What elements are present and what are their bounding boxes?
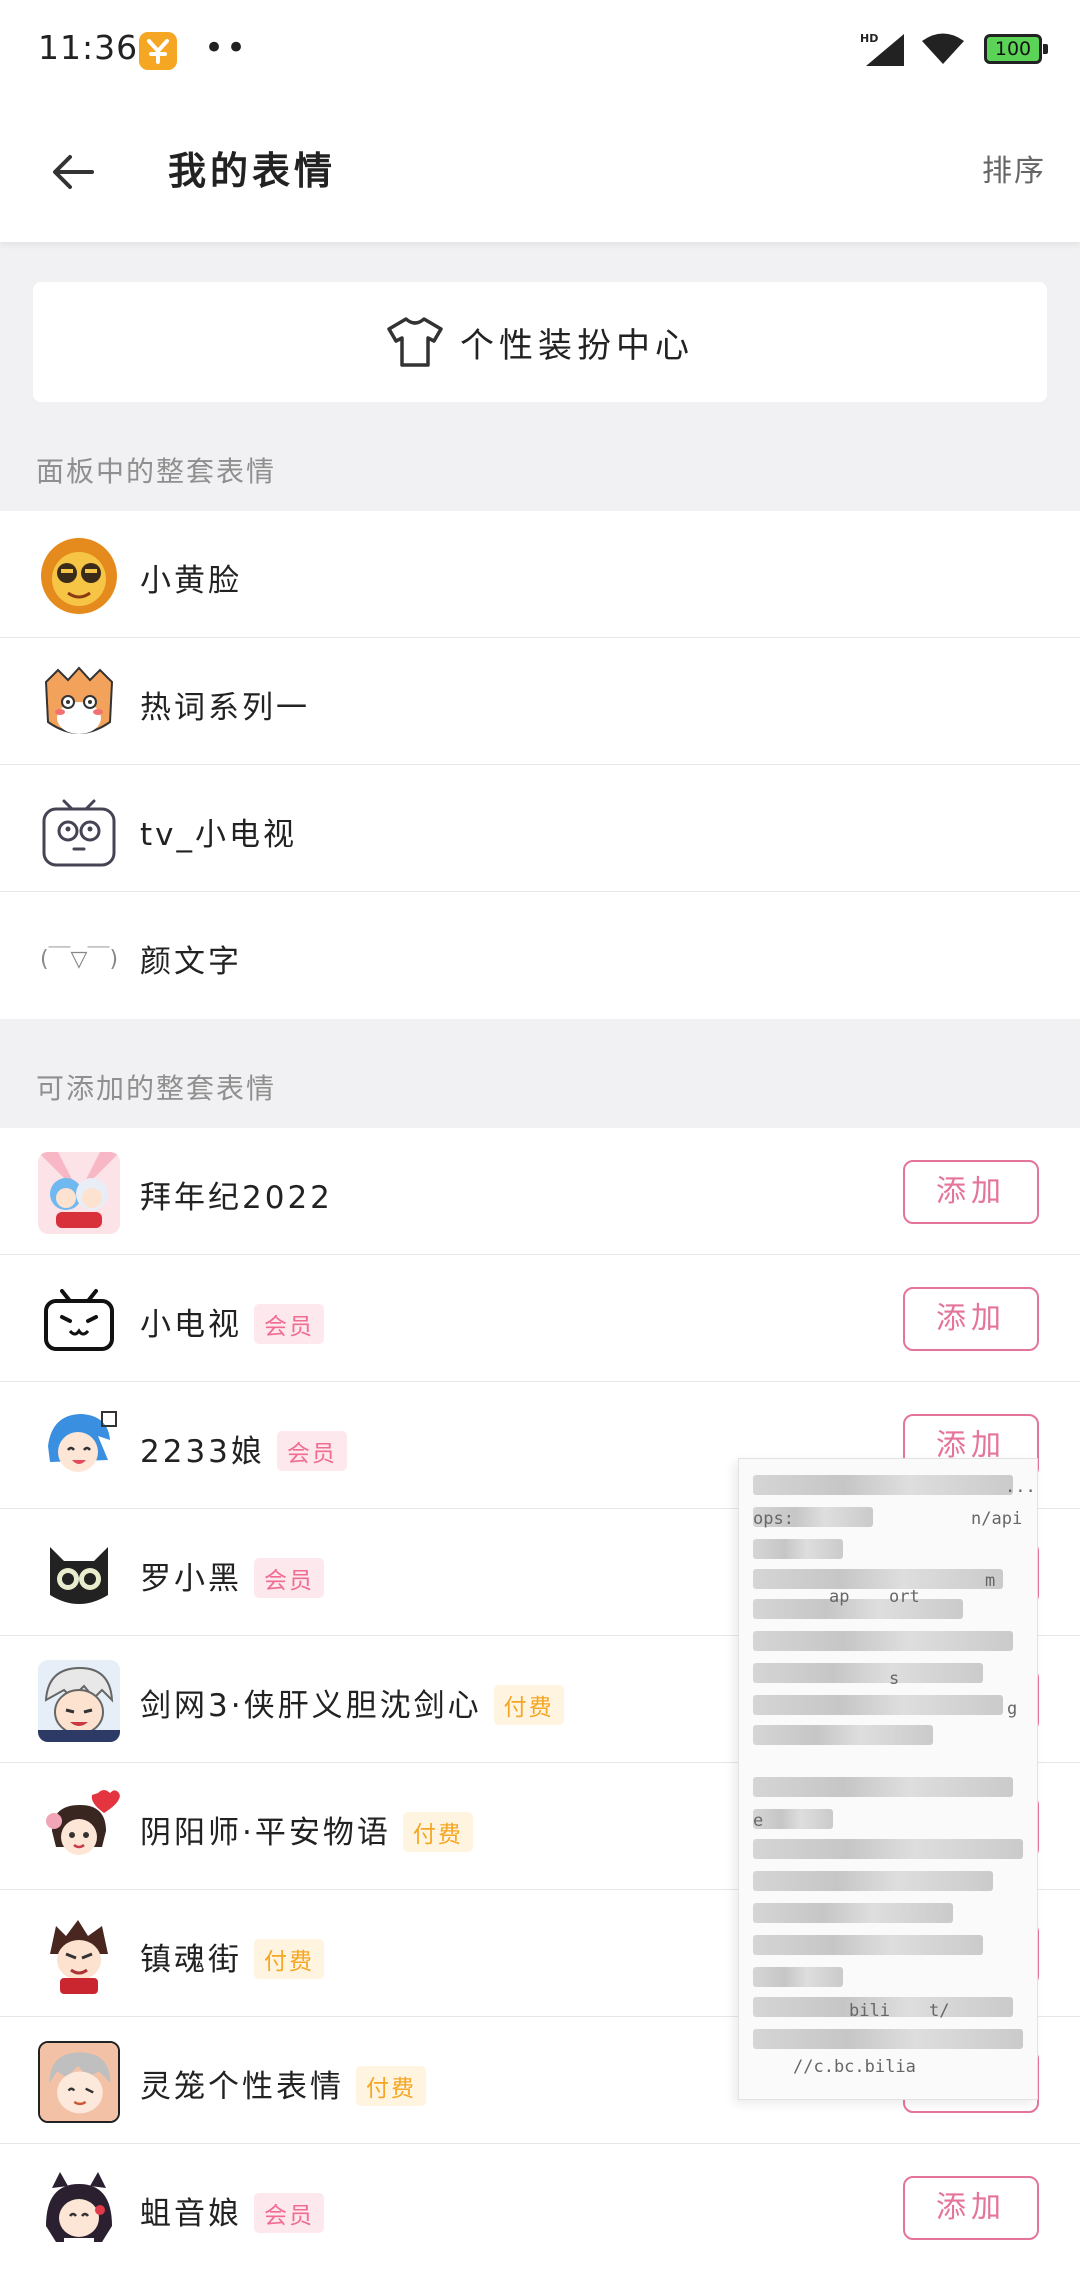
battery-level: 100 [994,38,1032,60]
addable-section-title: 可添加的整套表情 [36,1072,277,1105]
sticker-name: 2233娘 会员 [140,1426,347,1474]
zhenhunjie-character-icon [38,1914,120,1996]
vip-badge: 会员 [254,1303,324,1344]
lion-face-icon [38,535,120,617]
black-cat-icon [38,1533,120,1615]
blurred-line [753,2029,1023,2049]
kaomoji-text: (￣▽￣) [39,947,119,972]
blurred-text: ops: [753,1509,794,1529]
sticker-name: 拜年纪2022 [140,1180,333,1216]
blurred-text: n/api [971,1509,1023,1529]
sticker-name: 热词系列一 [140,690,310,726]
blurred-text: ort [889,1587,920,1607]
kaomoji-icon: (￣▽￣) [38,916,120,998]
sticker-name: 颜文字 [140,944,242,980]
signal-icon: HD [860,30,906,74]
paid-badge: 付费 [493,1684,564,1725]
panel-section-title: 面板中的整套表情 [36,455,277,488]
list-item[interactable]: 拜年纪2022 添加 [0,1128,1080,1255]
sticker-name: tv_小电视 [140,817,298,853]
blurred-text: ... [1005,1477,1036,1497]
blurred-line [753,1809,833,1829]
new-year-girls-icon [38,1152,120,1234]
blurred-line [753,1631,1013,1651]
sticker-name: 小电视 会员 [140,1299,324,1347]
page-title: 我的表情 [168,149,337,193]
bilibili-tv-icon [38,1279,120,1361]
network-type-label: HD [860,32,878,45]
blurred-line [753,1695,1003,1715]
sticker-name: 剑网3·侠肝义胆沈剑心 付费 [140,1680,564,1728]
top-app-bar: 我的表情 排序 [0,100,1080,242]
list-item[interactable]: 小电视 会员 添加 [0,1255,1080,1382]
paid-badge: 付费 [402,1811,473,1852]
linglong-character-icon [38,2041,120,2123]
add-button[interactable]: 添加 [903,1160,1039,1224]
list-item[interactable]: tv_小电视 [0,765,1080,892]
wifi-icon [920,32,966,70]
blurred-text: e [753,1811,764,1831]
sticker-name: 灵笼个性表情 付费 [140,2061,426,2109]
add-button[interactable]: 添加 [903,1287,1039,1351]
sort-button[interactable]: 排序 [982,146,1046,190]
tv-face-icon [38,789,120,871]
2233-girl-icon [38,1406,120,1488]
vip-badge: 会员 [276,1430,347,1471]
jx3-character-icon [38,1660,120,1742]
sticker-name: 小黄脸 [140,563,242,599]
blurred-text: g [1007,1699,1018,1719]
blurred-line [753,1903,953,1923]
blurred-text: bili [849,2001,890,2021]
paid-badge: 付费 [254,1938,324,1979]
blurred-text: t/ [929,2001,950,2021]
blurred-line [753,1871,993,1891]
blurred-text: m [985,1571,996,1591]
battery-icon: 100 [984,34,1048,64]
list-item[interactable]: 小黄脸 [0,511,1080,638]
list-item[interactable]: 蛆音娘 会员 添加 [0,2144,1080,2271]
dress-center-label: 个性装扮中心 [460,325,694,366]
back-arrow-icon[interactable] [44,142,104,202]
sticker-name: 镇魂街 付费 [140,1934,324,1982]
status-bar: 11:36 •• HD 100 [0,0,1080,100]
list-item[interactable]: 热词系列一 [0,638,1080,765]
app-notification-icon [139,32,177,70]
blurred-line [753,1725,933,1745]
tshirt-icon [387,317,443,367]
vip-badge: 会员 [254,2192,324,2233]
blurred-text: ap [829,1587,850,1607]
sticker-name: 阴阳师·平安物语 付费 [140,1807,473,1855]
blurred-line [753,1569,1003,1589]
blurred-popup: ... ops: n/api m ap ort s g e bili t/ //… [738,1458,1038,2100]
blurred-line [753,1777,1013,1797]
blurred-line [753,1663,983,1683]
blurred-line [753,1475,1013,1495]
blurred-line [753,1539,843,1559]
blurred-line [753,1599,963,1619]
onmyoji-character-icon [38,1787,120,1869]
list-item[interactable]: (￣▽￣) 颜文字 [0,892,1080,1019]
vip-badge: 会员 [254,1557,324,1598]
add-button[interactable]: 添加 [903,2176,1039,2240]
paid-badge: 付费 [356,2065,426,2106]
sticker-name: 蛆音娘 会员 [140,2188,324,2236]
blurred-line [753,1839,1023,1859]
sticker-name: 罗小黑 会员 [140,1553,324,1601]
panel-sticker-list: 小黄脸 热词系列一 tv_小电视 (￣▽￣) 颜文字 [0,511,1080,1019]
more-notifications-icon: •• [204,28,249,68]
blurred-text: s [889,1669,900,1689]
status-time: 11:36 [38,28,139,67]
dress-center-button[interactable]: 个性装扮中心 [33,282,1047,402]
blurred-line [753,1935,983,1955]
blurred-text: //c.bc.bilia [793,2057,916,2077]
tiger-face-icon [38,662,120,744]
blurred-line [753,1967,843,1987]
qiyin-girl-icon [38,2168,120,2250]
